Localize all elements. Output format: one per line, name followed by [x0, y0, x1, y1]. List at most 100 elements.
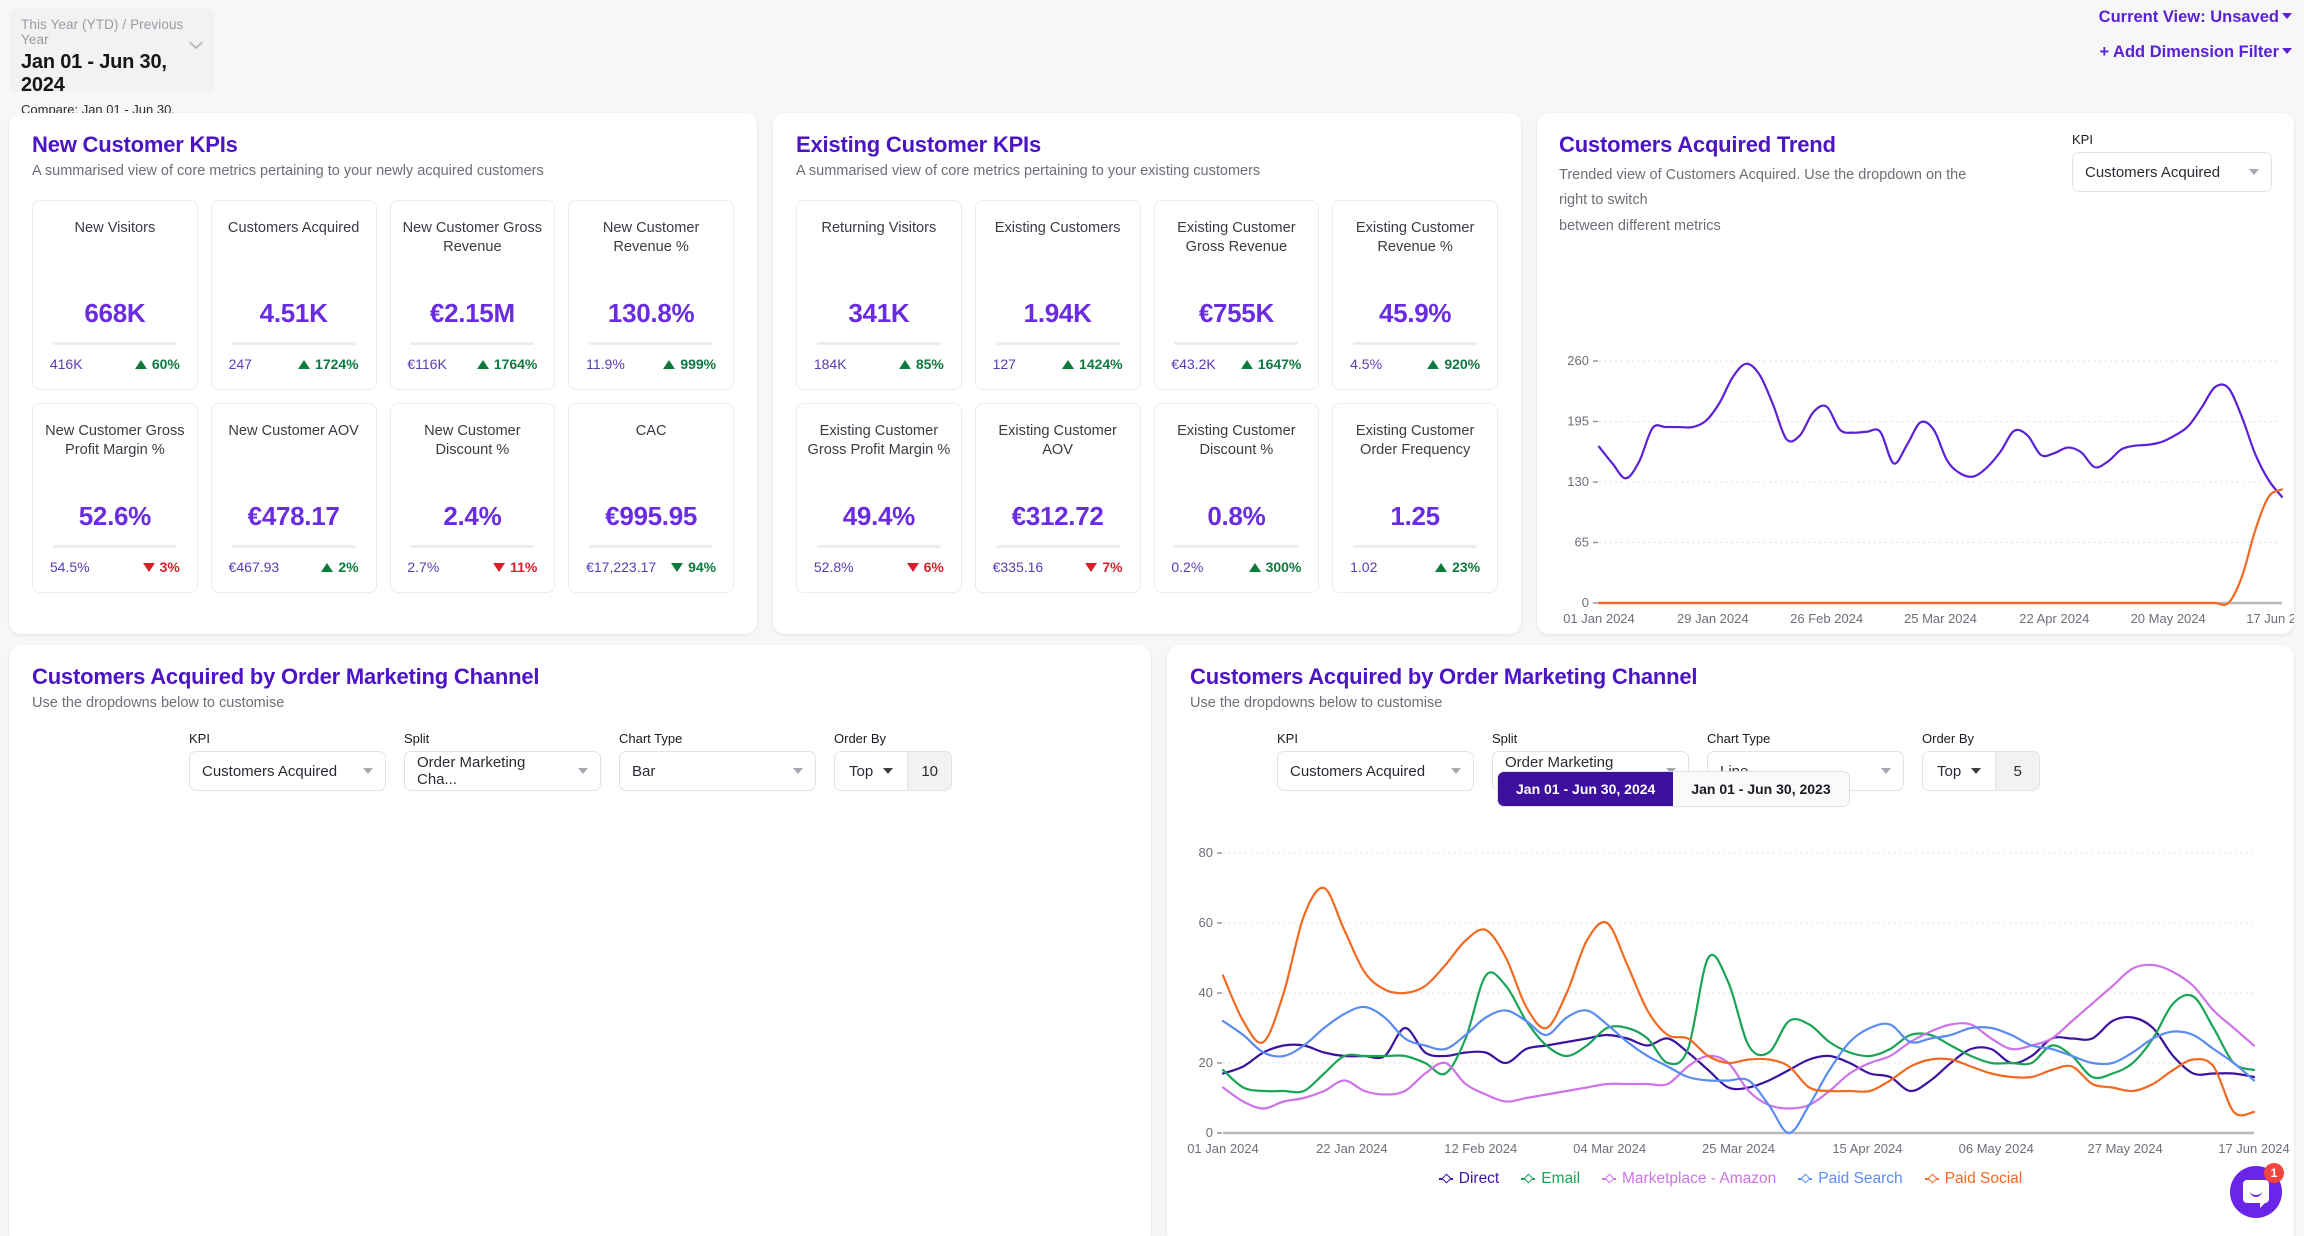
kpi-label: Customers Acquired	[227, 220, 360, 236]
existing-customer-kpis-card: Existing Customer KPIs A summarised view…	[773, 113, 1521, 634]
kpi-delta-value: 6%	[923, 559, 944, 575]
kpi-value: 1.25	[1390, 501, 1440, 531]
kpi-comparison: 1.02 23%	[1350, 559, 1480, 575]
current-view-dropdown[interactable]: Current View: Unsaved	[2099, 8, 2292, 27]
kpi-delta-value: 7%	[1102, 559, 1123, 575]
control-label: Split	[404, 731, 430, 746]
legend-item[interactable]: Marketplace - Amazon	[1602, 1170, 1776, 1188]
kpi-delta-value: 1764%	[493, 356, 538, 372]
date-range-picker[interactable]: This Year (YTD) / Previous Year Jan 01 -…	[9, 8, 215, 132]
channel-bar-controls: KPI Customers Acquired Split Order Marketin…	[9, 711, 1151, 791]
control-select[interactable]: Customers Acquired	[1277, 751, 1474, 791]
kpi-card: New Customer Discount % 2.4% 2.7% 11%	[389, 403, 556, 593]
order-by-count-input[interactable]: 10	[907, 752, 952, 790]
kpi-card: New Customer Gross Revenue €2.15M €116K 176…	[389, 200, 556, 390]
svg-text:26 Feb 2024: 26 Feb 2024	[1790, 611, 1863, 626]
kpi-value: €755K	[1198, 298, 1274, 328]
kpi-label: New Customer Gross Profit Margin %	[45, 423, 185, 458]
svg-text:17 Jun 2024: 17 Jun 2024	[2218, 1141, 2290, 1156]
kpi-previous-value: 54.5%	[49, 559, 90, 575]
legend-line-marker-icon	[1924, 1173, 1939, 1184]
kpi-delta: 1424%	[1062, 356, 1123, 372]
caret-down-icon	[2282, 48, 2292, 54]
chevron-down-icon	[578, 768, 588, 774]
svg-text:260: 260	[1567, 353, 1589, 368]
kpi-label: Existing Customer AOV	[998, 423, 1117, 458]
triangle-up-icon	[1062, 359, 1075, 369]
kpi-divider	[1174, 545, 1299, 548]
legend-item[interactable]: Direct	[1438, 1170, 1499, 1188]
kpi-divider	[995, 342, 1120, 345]
kpi-divider	[589, 342, 714, 345]
kpi-comparison: €17,223.17 94%	[586, 559, 716, 575]
svg-text:25 Mar 2024: 25 Mar 2024	[1702, 1141, 1775, 1156]
order-by-count-input[interactable]: 5	[1995, 752, 2040, 790]
top-bar: This Year (YTD) / Previous Year Jan 01 -…	[0, 0, 2304, 132]
triangle-up-icon	[476, 359, 489, 369]
legend-label: Paid Social	[1944, 1170, 2023, 1187]
svg-text:195: 195	[1567, 414, 1589, 429]
trend-header: Customers Acquired Trend Trended view of…	[1537, 113, 2294, 239]
control-field: Chart Type Bar	[619, 731, 816, 791]
triangle-up-icon	[134, 359, 147, 369]
kpi-divider	[816, 342, 941, 345]
kpi-divider	[1174, 342, 1299, 345]
add-dimension-filter-button[interactable]: + Add Dimension Filter	[2099, 43, 2292, 62]
legend-label: Marketplace - Amazon	[1622, 1170, 1777, 1187]
kpi-previous-value: 4.5%	[1350, 356, 1383, 372]
chat-launcher-button[interactable]: 1	[2230, 1163, 2284, 1218]
legend-label: Email	[1541, 1170, 1581, 1187]
control-select[interactable]: Customers Acquired	[189, 751, 386, 791]
triangle-down-icon	[142, 562, 155, 572]
svg-text:17 Jun 2024: 17 Jun 2024	[2246, 611, 2294, 626]
kpi-delta-value: 85%	[915, 356, 944, 372]
triangle-up-icon	[663, 359, 676, 369]
kpi-divider	[1353, 342, 1478, 345]
kpi-card: New Customer AOV €478.17 €467.93 2%	[210, 403, 377, 593]
dashboard-page: This Year (YTD) / Previous Year Jan 01 -…	[0, 0, 2304, 1236]
control-value: Order Marketing Cha...	[417, 754, 526, 788]
triangle-up-icon	[898, 359, 911, 369]
new-customer-kpis-card: New Customer KPIs A summarised view of c…	[9, 113, 757, 634]
channel-line-legend: Direct Email Marketplace - Amazon Paid Sear…	[1167, 1170, 2294, 1188]
svg-text:04 Mar 2024: 04 Mar 2024	[1573, 1141, 1646, 1156]
svg-text:22 Jan 2024: 22 Jan 2024	[1316, 1141, 1388, 1156]
date-range-toggle-option[interactable]: Jan 01 - Jun 30, 2024	[1498, 772, 1674, 806]
kpi-delta: 999%	[663, 356, 716, 372]
legend-line-marker-icon	[1438, 1173, 1453, 1184]
new-customer-kpi-grid: New Visitors 668K 416K 60% Customers Acquire…	[9, 179, 757, 616]
kpi-previous-value: €116K	[407, 356, 447, 372]
date-range-toggle-option[interactable]: Jan 01 - Jun 30, 2023	[1673, 772, 1849, 806]
kpi-card: CAC €995.95 €17,223.17 94%	[568, 403, 734, 593]
kpi-comparison: 247 1724%	[229, 356, 359, 372]
kpi-card: Existing Customer Gross Profit Margin % 4…	[796, 403, 962, 593]
order-by-label: Order By	[834, 731, 887, 746]
trend-kpi-select[interactable]: Customers Acquired	[2072, 152, 2272, 192]
order-by-label: Order By	[1922, 731, 1975, 746]
svg-text:65: 65	[1575, 535, 1589, 550]
order-by-mode-select[interactable]: Top	[835, 752, 908, 790]
svg-text:130: 130	[1567, 474, 1589, 489]
trend-kpi-label: KPI	[2072, 132, 2093, 147]
kpi-value: 2.4%	[443, 501, 502, 531]
kpi-delta: 60%	[134, 356, 180, 372]
kpi-delta: 920%	[1427, 356, 1480, 372]
control-select[interactable]: Order Marketing Cha...	[404, 751, 601, 791]
order-by-mode-select[interactable]: Top	[1923, 752, 1996, 790]
kpi-delta: 23%	[1435, 559, 1480, 575]
legend-item[interactable]: Email	[1521, 1170, 1580, 1188]
order-by-field: Order By Top 5	[1922, 731, 2041, 791]
kpi-label: New Customer Discount %	[424, 423, 521, 458]
customers-acquired-trend-card: Customers Acquired Trend Trended view of…	[1537, 113, 2294, 710]
control-value: Customers Acquired	[202, 762, 338, 780]
kpi-delta: 1647%	[1240, 356, 1301, 372]
legend-item[interactable]: Paid Search	[1798, 1170, 1903, 1188]
control-select[interactable]: Bar	[619, 751, 816, 791]
kpi-comparison: 0.2% 300%	[1171, 559, 1301, 575]
control-label: Split	[1492, 731, 1518, 746]
kpi-value: 49.4%	[842, 501, 916, 531]
triangle-down-icon	[906, 562, 919, 572]
legend-item[interactable]: Paid Social	[1924, 1170, 2023, 1188]
existing-customer-kpis-header: Existing Customer KPIs A summarised view…	[773, 113, 1521, 179]
svg-text:80: 80	[1199, 845, 1213, 860]
